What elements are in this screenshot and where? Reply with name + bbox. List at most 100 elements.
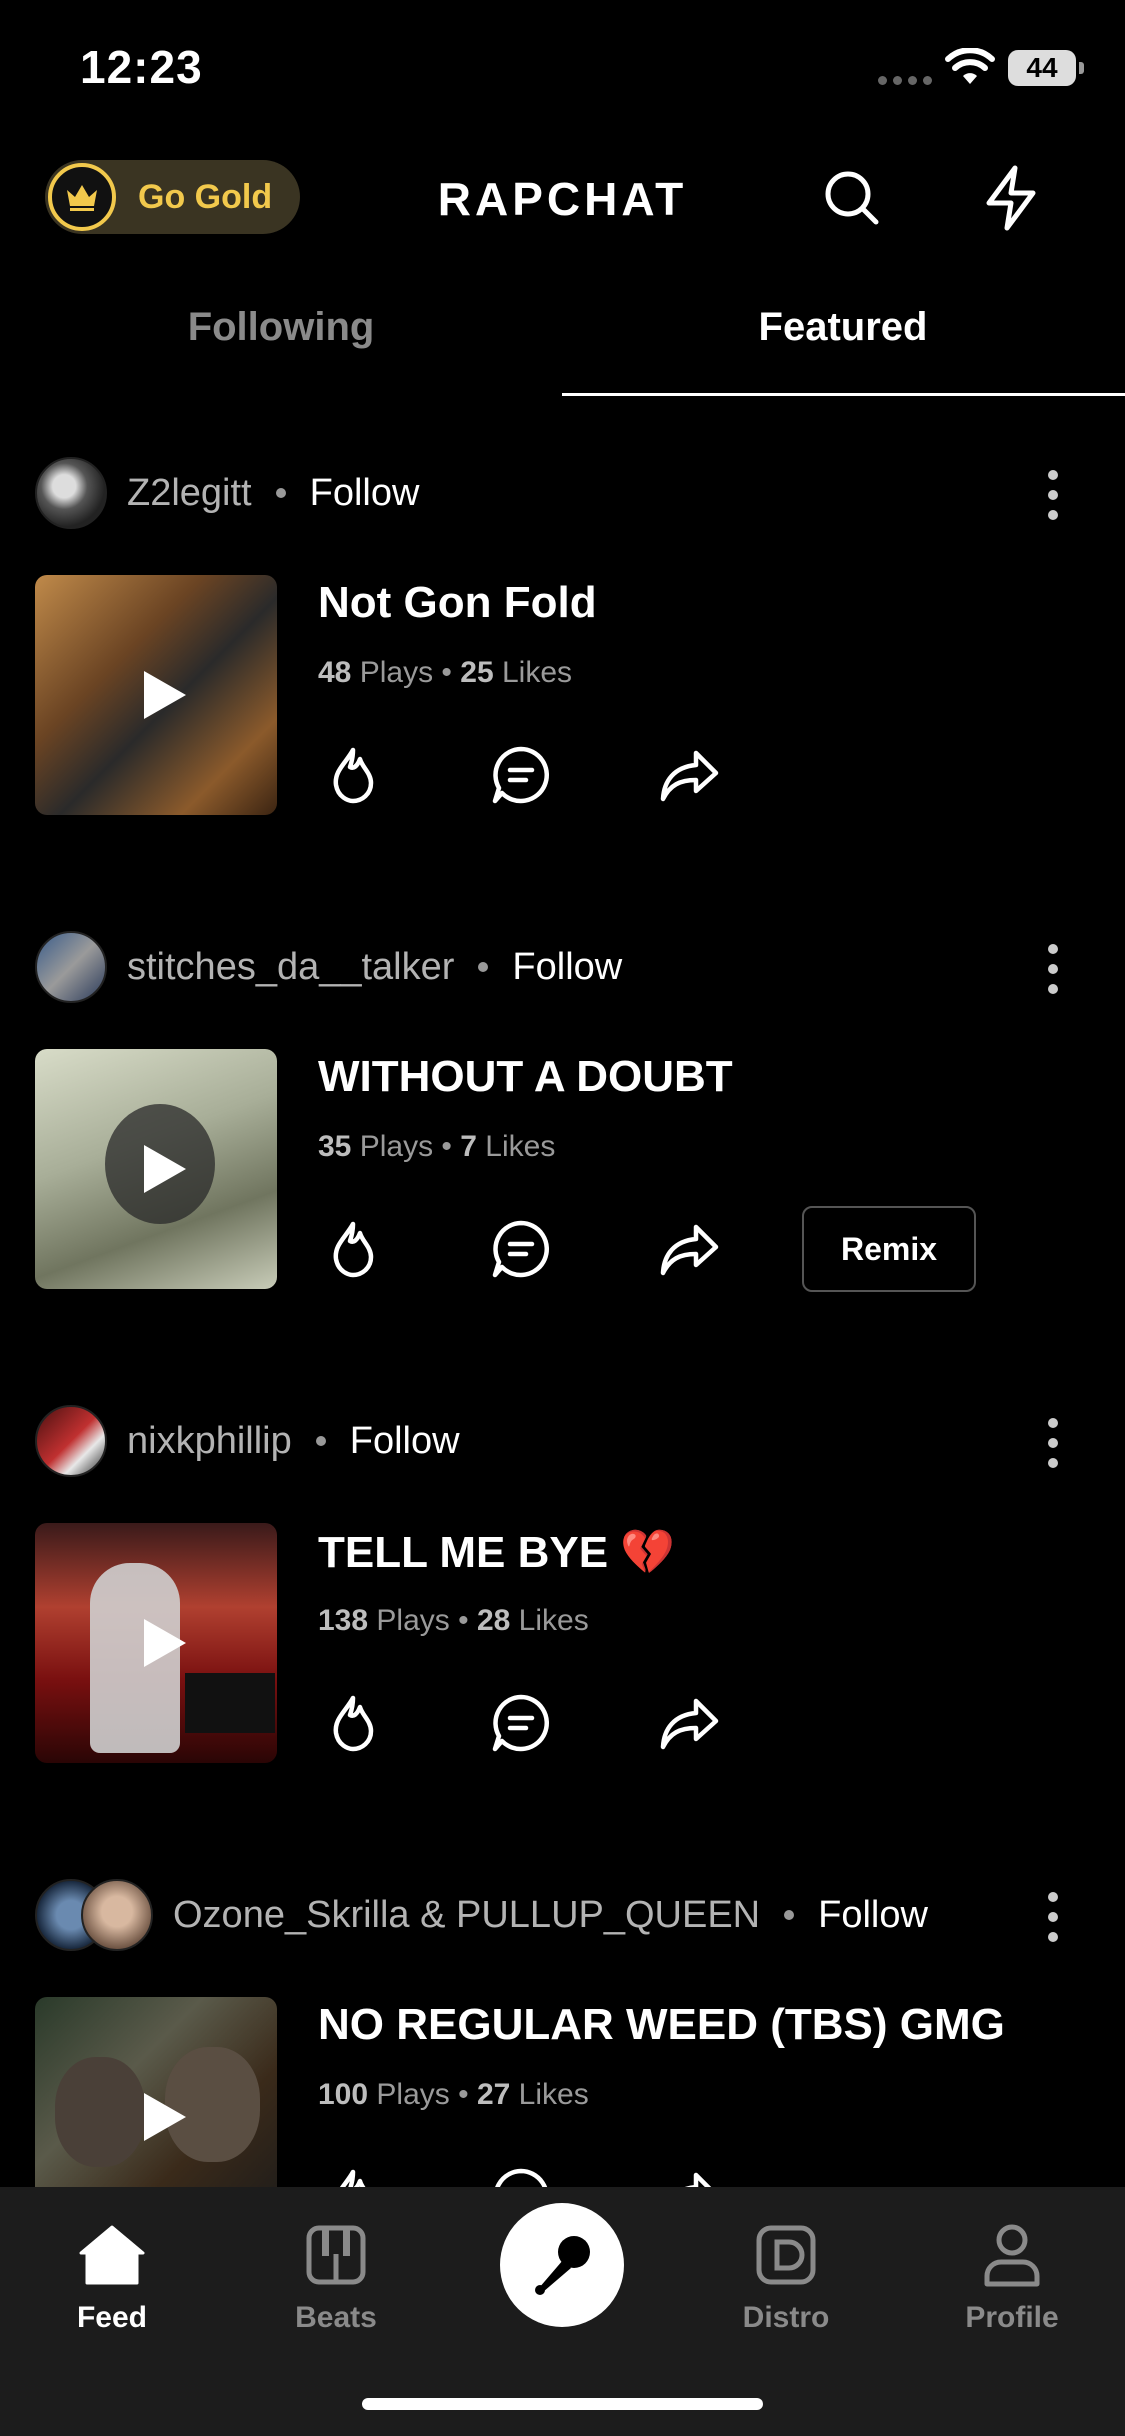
more-options-icon[interactable] bbox=[1033, 934, 1073, 1004]
comment-button[interactable] bbox=[486, 2162, 556, 2187]
status-bar: 12:23 44 bbox=[0, 0, 1125, 140]
app-header: Go Gold RAPCHAT bbox=[0, 150, 1125, 250]
track-stats: 138 Plays • 28 Likes bbox=[318, 1604, 589, 1637]
avatar[interactable] bbox=[35, 457, 107, 529]
nav-label: Feed bbox=[76, 2301, 148, 2334]
more-options-icon[interactable] bbox=[1033, 1408, 1073, 1478]
track-actions bbox=[318, 730, 822, 820]
comment-icon bbox=[495, 2168, 548, 2187]
avatar[interactable] bbox=[35, 931, 107, 1003]
nav-label: Profile bbox=[965, 2301, 1059, 2334]
more-options-icon[interactable] bbox=[1033, 460, 1073, 530]
fire-icon bbox=[333, 1695, 374, 1752]
share-button[interactable] bbox=[654, 1688, 724, 1758]
fire-button[interactable] bbox=[318, 2162, 388, 2187]
nav-label: Distro bbox=[742, 2301, 830, 2334]
comment-icon bbox=[492, 746, 550, 804]
post-header: Z2legitt Follow bbox=[35, 455, 419, 531]
share-button[interactable] bbox=[654, 1214, 724, 1284]
distro-icon bbox=[756, 2225, 816, 2285]
feed-post: nixkphillip Follow TELL ME BYE 💔 138 Pla… bbox=[0, 1378, 1125, 1852]
fire-button[interactable] bbox=[318, 1214, 388, 1284]
play-icon bbox=[144, 1619, 186, 1667]
more-options-icon[interactable] bbox=[1033, 1882, 1073, 1952]
share-icon bbox=[660, 1224, 719, 1276]
search-icon bbox=[825, 171, 879, 225]
avatar[interactable] bbox=[35, 1405, 107, 1477]
feed-post: Z2legitt Follow Not Gon Fold 48 Plays • … bbox=[0, 430, 1125, 904]
separator-dot bbox=[784, 1910, 795, 1920]
share-icon bbox=[660, 1698, 719, 1750]
signal-icon bbox=[878, 76, 932, 85]
track-title[interactable]: NO REGULAR WEED (TBS) GMG bbox=[318, 2000, 1005, 2050]
track-actions bbox=[318, 2152, 822, 2187]
post-header: stitches_da__talker Follow bbox=[35, 929, 622, 1005]
separator-dot bbox=[478, 962, 489, 972]
piano-icon bbox=[306, 2225, 366, 2285]
feed-list[interactable]: Z2legitt Follow Not Gon Fold 48 Plays • … bbox=[0, 430, 1125, 2187]
follow-button[interactable]: Follow bbox=[818, 1894, 928, 1937]
play-icon bbox=[144, 2093, 186, 2141]
activity-button[interactable] bbox=[975, 162, 1047, 234]
fire-button[interactable] bbox=[318, 1688, 388, 1758]
home-indicator bbox=[362, 2398, 763, 2410]
follow-button[interactable]: Follow bbox=[512, 946, 622, 989]
track-stats: 35 Plays • 7 Likes bbox=[318, 1130, 556, 1163]
feed-post: stitches_da__talker Follow WITHOUT A DOU… bbox=[0, 904, 1125, 1378]
avatar[interactable] bbox=[81, 1879, 153, 1951]
track-title[interactable]: Not Gon Fold bbox=[318, 578, 597, 628]
nav-profile[interactable]: Profile bbox=[922, 2215, 1102, 2335]
nav-distro[interactable]: Distro bbox=[696, 2215, 876, 2335]
share-icon bbox=[660, 750, 719, 802]
track-stats: 100 Plays • 27 Likes bbox=[318, 2078, 589, 2111]
comment-button[interactable] bbox=[486, 1214, 556, 1284]
status-time: 12:23 bbox=[80, 41, 203, 93]
tab-following[interactable]: Following bbox=[0, 285, 562, 397]
nav-beats[interactable]: Beats bbox=[246, 2215, 426, 2335]
record-button[interactable] bbox=[500, 2203, 624, 2327]
feed-tabs: Following Featured bbox=[0, 285, 1125, 397]
comment-button[interactable] bbox=[486, 740, 556, 810]
person-icon bbox=[984, 2224, 1040, 2287]
track-cover[interactable] bbox=[35, 1997, 277, 2187]
fire-icon bbox=[333, 1221, 374, 1278]
separator-dot bbox=[275, 488, 286, 498]
track-title[interactable]: WITHOUT A DOUBT bbox=[318, 1052, 733, 1102]
share-button[interactable] bbox=[654, 2162, 724, 2187]
microphone-icon bbox=[535, 2236, 590, 2295]
share-button[interactable] bbox=[654, 740, 724, 810]
username[interactable]: Z2legitt bbox=[127, 472, 252, 515]
track-cover[interactable] bbox=[35, 1049, 277, 1289]
follow-button[interactable]: Follow bbox=[310, 472, 420, 515]
wifi-icon bbox=[945, 48, 995, 84]
comment-button[interactable] bbox=[486, 1688, 556, 1758]
fire-button[interactable] bbox=[318, 740, 388, 810]
share-icon bbox=[685, 2172, 712, 2187]
search-button[interactable] bbox=[816, 162, 888, 234]
fire-icon bbox=[333, 747, 374, 804]
username[interactable]: nixkphillip bbox=[127, 1420, 292, 1463]
track-actions: Remix bbox=[318, 1204, 976, 1294]
battery-indicator: 44 bbox=[1008, 50, 1084, 86]
separator-dot bbox=[315, 1436, 326, 1446]
fire-icon bbox=[339, 2169, 366, 2187]
username[interactable]: stitches_da__talker bbox=[127, 946, 454, 989]
tab-featured[interactable]: Featured bbox=[562, 285, 1124, 397]
crown-icon bbox=[48, 163, 116, 231]
go-gold-button[interactable]: Go Gold bbox=[45, 160, 300, 234]
nav-feed[interactable]: Feed bbox=[22, 2215, 202, 2335]
comment-icon bbox=[492, 1220, 550, 1278]
lightning-icon bbox=[986, 165, 1036, 231]
track-title[interactable]: TELL ME BYE 💔 bbox=[318, 1526, 675, 1578]
post-header: nixkphillip Follow bbox=[35, 1403, 460, 1479]
go-gold-label: Go Gold bbox=[138, 177, 273, 216]
track-cover[interactable] bbox=[35, 575, 277, 815]
active-tab-indicator bbox=[562, 393, 1125, 396]
feed-post: Ozone_Skrilla & PULLUP_QUEEN Follow NO R… bbox=[0, 1852, 1125, 2187]
username[interactable]: Ozone_Skrilla & PULLUP_QUEEN bbox=[173, 1894, 760, 1937]
remix-button[interactable]: Remix bbox=[802, 1206, 976, 1292]
track-actions bbox=[318, 1678, 822, 1768]
play-icon bbox=[144, 671, 186, 719]
follow-button[interactable]: Follow bbox=[350, 1420, 460, 1463]
track-cover[interactable] bbox=[35, 1523, 277, 1763]
